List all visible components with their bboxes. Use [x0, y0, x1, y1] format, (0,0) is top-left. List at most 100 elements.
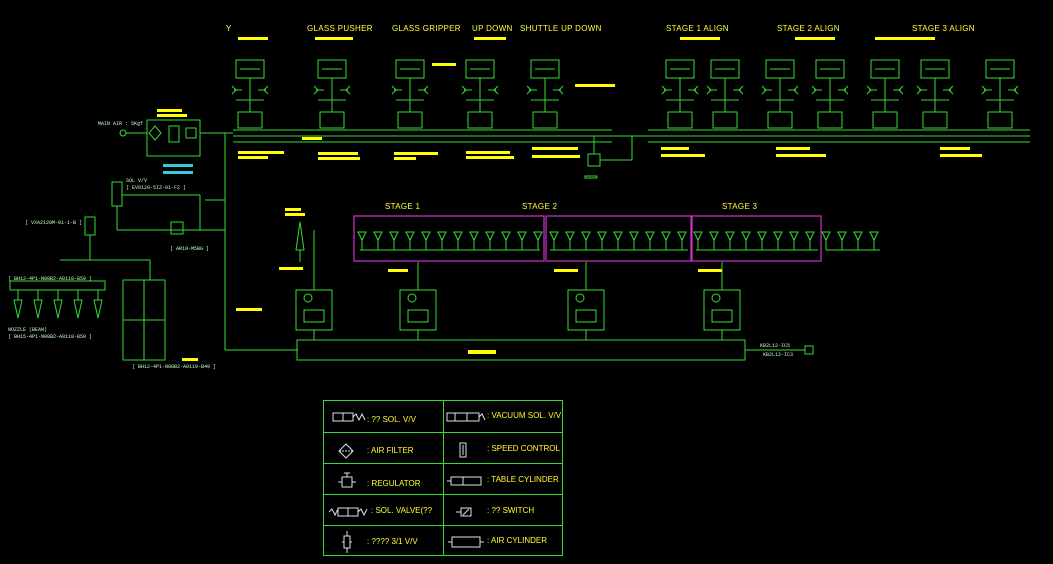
yellow-tag-7: [394, 157, 416, 160]
sol-vv-label: SOL V/V: [126, 178, 148, 184]
cyan-tag-2: [163, 171, 193, 174]
yellow-tag-24: [182, 358, 198, 361]
yellow-tag-30: [238, 37, 268, 40]
title-stage3-align: STAGE 3 ALIGN: [912, 24, 975, 33]
yellow-tag-4: [318, 152, 358, 155]
vacuum-pad: [469, 231, 479, 242]
yellow-tag-13: [661, 154, 705, 157]
small-cylinder: [295, 221, 305, 251]
vacuum-pad: [773, 231, 783, 242]
vacuum-pad: [437, 231, 447, 242]
valve-0: [237, 111, 263, 129]
three-way-valve-icon: [341, 530, 353, 554]
nozzle: [13, 299, 23, 319]
valve-4: [532, 111, 558, 129]
title-stage1-align: STAGE 1 ALIGN: [666, 24, 729, 33]
yellow-tag-11: [532, 155, 580, 158]
block-code-label: [ BH12-4P1-N08B2-A0110-B50 ]: [8, 276, 93, 282]
ejector-gauge-2: [575, 293, 585, 303]
legend-label-sol-vv: : ?? SOL. V/V: [367, 415, 416, 424]
valve-2: [397, 111, 423, 129]
yellow-tag-0: [157, 109, 182, 112]
valve-9: [872, 111, 898, 129]
vacuum-pad: [677, 231, 687, 242]
legend-label-switch: : ?? SWITCH: [487, 506, 535, 515]
vacuum-pad: [645, 231, 655, 242]
regulator-symbol: [168, 125, 180, 143]
stage1-frame: [353, 215, 545, 262]
yellow-tag-25: [388, 269, 408, 272]
yellow-tag-35: [875, 37, 935, 40]
output-label-2: KB2L12-IC3: [763, 352, 794, 358]
yellow-tag-2: [238, 151, 284, 154]
nozzle-code-label: [ BH15-4P1-N08B2-A0110-B50 ]: [8, 334, 93, 340]
yellow-tag-26: [554, 269, 578, 272]
legend-label-vacuum-sol-vv: : VACUUM SOL. V/V: [487, 411, 562, 420]
yellow-tag-9: [466, 156, 514, 159]
nozzle: [33, 299, 43, 319]
vacuum-pad: [789, 231, 799, 242]
title-y: Y: [226, 24, 232, 33]
table-cylinder-icon: [447, 474, 485, 486]
title-up-down: UP DOWN: [472, 24, 513, 33]
yellow-tag-31: [315, 37, 353, 40]
gauge-symbol: [185, 127, 197, 139]
sol-valve-2-icon: [328, 505, 370, 517]
valve-5: [667, 111, 693, 129]
valve-3: [467, 111, 493, 129]
vacuum-pad: [629, 231, 639, 242]
green-tag: [584, 175, 598, 179]
bottom-bus: [296, 339, 746, 361]
yellow-tag-15: [776, 154, 826, 157]
yellow-tag-23: [468, 350, 496, 354]
ejector-gauge-3: [711, 293, 721, 303]
regulator-code-label: [ AR10-M5BG ]: [170, 246, 210, 252]
valve-7: [767, 111, 793, 129]
air-filter-icon: [338, 443, 354, 459]
yellow-tag-12: [661, 147, 689, 150]
yellow-tag-5: [318, 157, 360, 160]
yellow-tag-10: [532, 147, 578, 150]
yellow-tag-32: [474, 37, 506, 40]
vacuum-pad: [837, 231, 847, 242]
vacuum-pad: [421, 231, 431, 242]
main-air-inlet: [119, 129, 127, 137]
valve-1: [319, 111, 345, 129]
title-glass-gripper: GLASS GRIPPER: [392, 24, 461, 33]
ejector-valve-0: [303, 309, 325, 323]
vacuum-pad: [613, 231, 623, 242]
vacuum-pad: [805, 231, 815, 242]
vacuum-code-label: [ VXA2120M-01-1-B ]: [25, 220, 83, 226]
title-stage2-align: STAGE 2 ALIGN: [777, 24, 840, 33]
yellow-tag-3: [238, 156, 268, 159]
yellow-tag-22: [302, 137, 322, 140]
output-label-1: KB2L12-IC5: [760, 343, 791, 349]
stage1-label: STAGE 1: [385, 202, 421, 211]
legend-label-sol-valve: : SOL. VALVE(??: [371, 506, 433, 515]
ejector-valve-1: [407, 309, 429, 323]
sol-valve-left: [111, 181, 123, 207]
vacuum-pad: [517, 231, 527, 242]
legend-label-table-cylinder: : TABLE CYLINDER: [487, 475, 559, 484]
vacuum-pad: [533, 231, 543, 242]
yellow-tag-17: [940, 154, 982, 157]
vacuum-pad: [853, 231, 863, 242]
vacuum-pad: [549, 231, 559, 242]
vacuum-pad: [725, 231, 735, 242]
legend-label-regulator: : REGULATOR: [367, 479, 421, 488]
valve-11: [987, 111, 1013, 129]
legend-label-air-filter: : AIR FILTER: [367, 446, 414, 455]
vacuum-pad: [373, 231, 383, 242]
nozzle-manifold: [9, 280, 106, 291]
vacuum-pad: [661, 231, 671, 242]
vacuum-valve: [84, 216, 96, 236]
yellow-tag-34: [795, 37, 835, 40]
vacuum-pad: [597, 231, 607, 242]
valve-6: [712, 111, 738, 129]
ejector-valve-3: [711, 309, 733, 323]
stage2-label: STAGE 2: [522, 202, 558, 211]
legend-label-air-cylinder: : AIR CYLINDER: [487, 536, 548, 545]
valve-8: [817, 111, 843, 129]
vacuum-pad: [693, 231, 703, 242]
legend-label-3-1-vv: : ???? 3/1 V/V: [367, 537, 418, 546]
